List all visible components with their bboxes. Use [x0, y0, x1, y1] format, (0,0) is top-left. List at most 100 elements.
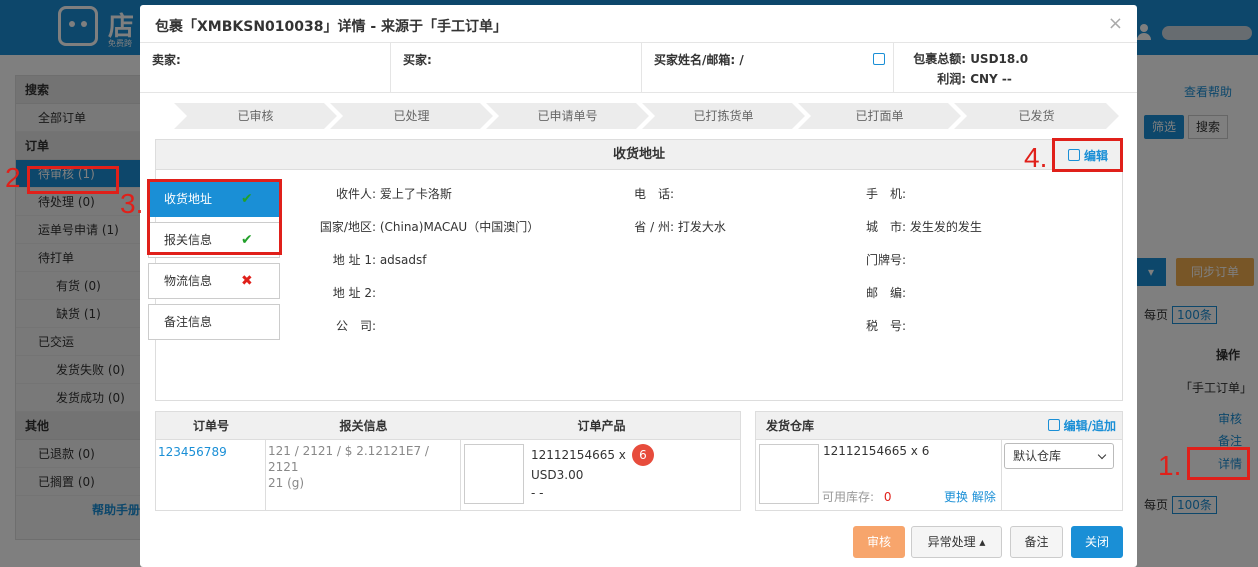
- exception-button[interactable]: 异常处理 ▴: [911, 526, 1002, 558]
- phone-label: 电 话:: [633, 187, 674, 201]
- product-price: USD3.00: [531, 468, 584, 482]
- product-cell: 12112154665 x 6 USD3.00 - -: [461, 440, 742, 510]
- country-field: 国家/地区: (China)MACAU（中国澳门）: [314, 218, 539, 236]
- annotation-box-detail: [1187, 447, 1250, 480]
- close-icon[interactable]: ×: [1108, 13, 1123, 34]
- country-label: 国家/地区:: [319, 220, 376, 234]
- edit-buyer-icon[interactable]: [873, 53, 885, 65]
- buyer-cell: 买家:: [391, 43, 642, 93]
- modal-footer: 审核 异常处理 ▴ 备注 关闭: [140, 519, 1137, 567]
- shipping-address-panel: 收货地址 编辑 收件人: 爱上了卡洛斯 电 话: 手 机: 国家/地区: (Ch…: [155, 139, 1123, 401]
- recipient-label: 收件人:: [335, 187, 376, 201]
- city-value: 发生发的发生: [909, 220, 982, 234]
- mobile-field: 手 机:: [846, 185, 906, 203]
- quantity-badge: 6: [631, 444, 654, 466]
- buyer-label: 买家:: [403, 53, 432, 67]
- header-products: 订单产品: [577, 419, 626, 433]
- address2-label: 地 址 2:: [332, 286, 376, 300]
- province-value: 打发大水: [677, 220, 726, 234]
- customs-line-2: 21 (g): [268, 476, 305, 490]
- tab-note-info[interactable]: 备注信息: [148, 304, 280, 340]
- annotation-number-4: 4.: [1024, 142, 1048, 173]
- modal-title: 包裹「XMBKSN010038」详情 - 来源于「手工订单」: [155, 19, 508, 35]
- profit-label: 利润:: [937, 72, 966, 86]
- phone-field: 电 话:: [626, 185, 674, 203]
- divider: [1001, 440, 1002, 510]
- header-customs: 报关信息: [339, 419, 388, 433]
- stock-label: 可用库存:: [822, 490, 875, 504]
- province-label: 省 / 州:: [634, 220, 674, 234]
- progress-steps: 已审核 已处理 已申请单号 已打拣货单 已打面单 已发货: [174, 103, 1119, 129]
- doorplate-field: 门牌号:: [846, 251, 906, 269]
- warehouse-header: 发货仓库 编辑/追加: [756, 412, 1122, 440]
- recipient-value: 爱上了卡洛斯: [379, 187, 452, 201]
- warehouse-product-image: [759, 444, 819, 504]
- company-label: 公 司:: [335, 319, 376, 333]
- company-field: 公 司:: [328, 317, 376, 335]
- annotation-number-2: 2: [5, 162, 21, 193]
- annotation-box-tabs: [147, 179, 282, 255]
- step-shipped: 已发货: [954, 103, 1119, 129]
- close-button[interactable]: 关闭: [1071, 526, 1123, 558]
- party-info-row: 卖家: 买家: 买家姓名/邮箱: / 包裹总额: USD18.0 利润: CNY…: [140, 43, 1137, 93]
- product-dash: - -: [531, 486, 544, 500]
- tax-field: 税 号:: [846, 317, 906, 335]
- profit-value: CNY --: [970, 72, 1012, 86]
- stock-value: 0: [883, 490, 892, 504]
- step-processed: 已处理: [330, 103, 493, 129]
- step-label-printed: 已打面单: [798, 103, 961, 129]
- tab-label: 备注信息: [164, 315, 213, 329]
- address-title: 收货地址: [156, 140, 1122, 170]
- table-row: 123456789 121 / 2121 / $ 2.12121E7 / 212…: [156, 440, 740, 510]
- recipient-field: 收件人: 爱上了卡洛斯: [328, 185, 452, 203]
- buyer-name-label: 买家姓名/邮箱: /: [654, 53, 744, 67]
- buyer-name-cell: 买家姓名/邮箱: /: [642, 43, 894, 93]
- zip-field: 邮 编:: [846, 284, 906, 302]
- city-field: 城 市: 发生发的发生: [846, 218, 982, 236]
- address1-label: 地 址 1:: [332, 253, 376, 267]
- note-button[interactable]: 备注: [1010, 526, 1063, 558]
- audit-button[interactable]: 审核: [853, 526, 905, 558]
- total-value: USD18.0: [970, 52, 1029, 66]
- cross-icon: ✖: [241, 273, 253, 289]
- order-no-link[interactable]: 123456789: [158, 445, 227, 459]
- seller-label: 卖家:: [152, 53, 181, 67]
- order-no-cell: 123456789: [156, 440, 266, 510]
- address2-field: 地 址 2:: [328, 284, 376, 302]
- step-picking-printed: 已打拣货单: [642, 103, 805, 129]
- product-image: [464, 444, 524, 504]
- header-order-no: 订单号: [192, 419, 229, 433]
- annotation-box-edit: [1052, 138, 1123, 172]
- warehouse-select[interactable]: 默认仓库: [1004, 443, 1114, 469]
- replace-link[interactable]: 更换: [944, 490, 968, 504]
- tab-logistics-info[interactable]: 物流信息 ✖: [148, 263, 280, 299]
- warehouse-item: 12112154665 x 6: [823, 444, 930, 458]
- total-label: 包裹总额:: [913, 52, 966, 66]
- warehouse-panel: 发货仓库 编辑/追加 12112154665 x 6 可用库存: 0 更换 解除…: [755, 411, 1123, 511]
- package-detail-modal: 包裹「XMBKSN010038」详情 - 来源于「手工订单」 × 卖家: 买家:…: [140, 5, 1137, 567]
- totals-cell: 包裹总额: USD18.0 利润: CNY --: [900, 43, 1028, 89]
- step-tracking-applied: 已申请单号: [486, 103, 649, 129]
- address1-field: 地 址 1: adsadsf: [328, 251, 427, 269]
- order-table: 订单号 报关信息 订单产品 123456789 121 / 2121 / $ 2…: [155, 411, 741, 511]
- tab-label: 物流信息: [164, 274, 213, 288]
- seller-cell: 卖家:: [140, 43, 391, 93]
- edit-add-label: 编辑/追加: [1063, 419, 1116, 433]
- annotation-number-3: 3.: [120, 188, 144, 219]
- city-label: 城 市:: [865, 220, 906, 234]
- step-audited: 已审核: [174, 103, 337, 129]
- address1-value: adsadsf: [379, 253, 427, 267]
- product-info: 12112154665 x 6 USD3.00 - -: [531, 444, 654, 502]
- country-value: (China)MACAU（中国澳门）: [379, 220, 540, 234]
- product-sku: 12112154665 x: [531, 448, 626, 462]
- annotation-number-1: 1.: [1158, 450, 1182, 481]
- edit-add-warehouse-button[interactable]: 编辑/追加: [1047, 412, 1116, 440]
- customs-line-1: 121 / 2121 / $ 2.12121E7 / 2121: [268, 444, 429, 474]
- province-field: 省 / 州: 打发大水: [626, 218, 726, 236]
- doorplate-label: 门牌号:: [865, 253, 906, 267]
- order-table-header: 订单号 报关信息 订单产品: [156, 412, 740, 440]
- warehouse-actions: 更换 解除: [944, 488, 996, 505]
- warehouse-row: 12112154665 x 6 可用库存: 0 更换 解除 默认仓库: [756, 440, 1122, 510]
- annotation-box-pending-audit: [27, 166, 119, 194]
- remove-link[interactable]: 解除: [972, 490, 996, 504]
